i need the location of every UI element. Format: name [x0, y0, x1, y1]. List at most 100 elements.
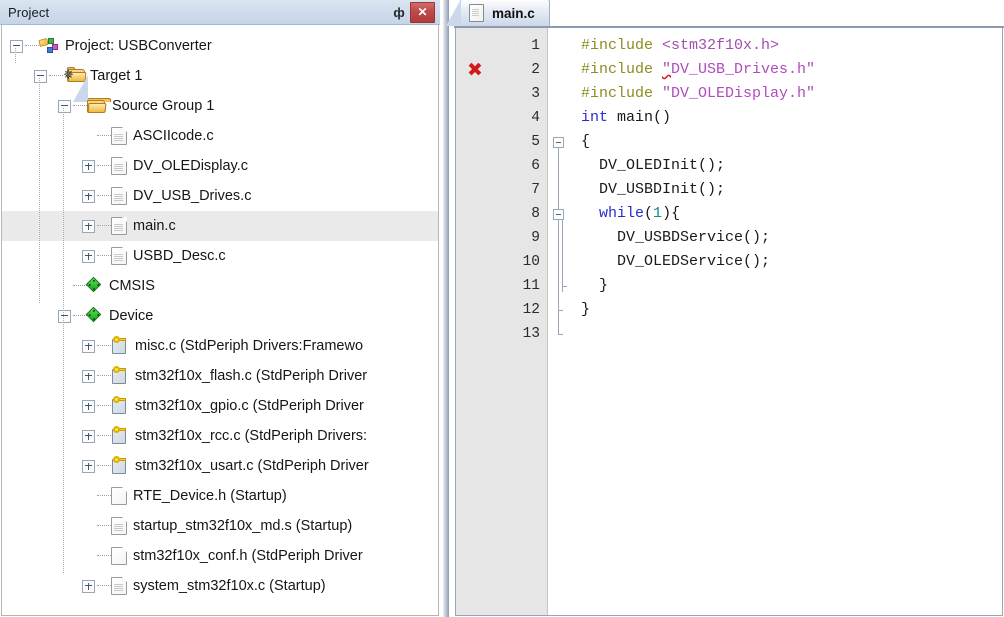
fold-toggle-icon[interactable] — [553, 136, 564, 148]
code-line: DV_USBDService(); — [581, 226, 1002, 250]
splitter-bar[interactable] — [443, 0, 449, 617]
code-token: } — [581, 301, 591, 318]
c-file-icon — [111, 157, 127, 175]
code-token: DV_USB_Drives.h" — [671, 61, 816, 78]
expand-icon[interactable] — [82, 339, 95, 353]
code-token: #include — [581, 85, 663, 102]
code-token: ( — [644, 205, 654, 222]
tree-guide-line — [15, 48, 16, 63]
tab-label: main.c — [492, 5, 535, 21]
pane-splitter[interactable] — [440, 0, 454, 617]
code-editor[interactable]: ✖ 1 2 3 4 5 6 7 8 9 10 11 12 13 #include <stm32f10x.… — [455, 28, 1003, 616]
code-token: ){ — [662, 205, 681, 222]
tree-item-stm32f10x-flash-c-stdperiph-driver[interactable]: stm32f10x_flash.c (StdPeriph Driver — [2, 361, 438, 391]
project-pane-titlebar: Project ф ✕ — [0, 0, 440, 25]
line-number: 9 — [531, 230, 540, 246]
code-token: DV_OLEDInit(); — [581, 157, 726, 174]
code-line: #include "DV_USB_Drives.h" — [581, 58, 1002, 82]
tree-item-label: stm32f10x_rcc.c (StdPeriph Drivers: — [135, 428, 368, 444]
expand-icon[interactable] — [82, 429, 95, 443]
editor-tabstrip: main.c — [446, 0, 1004, 28]
line-number: 2 — [531, 62, 540, 78]
expand-icon[interactable] — [82, 249, 95, 263]
tree-item-stm32f10x-usart-c-stdperiph-driver[interactable]: stm32f10x_usart.c (StdPeriph Driver — [2, 451, 438, 481]
pin-icon[interactable]: ф — [388, 2, 410, 23]
collapse-icon[interactable] — [34, 69, 47, 83]
h-file-icon — [111, 547, 127, 565]
breakpoint-marker-gutter[interactable]: ✖ — [456, 28, 498, 615]
expand-icon[interactable] — [82, 459, 95, 473]
tree-connector — [25, 45, 39, 47]
tree-item-source-group-1[interactable]: Source Group 1 — [2, 74, 438, 121]
project-pane-title: Project — [8, 4, 50, 20]
code-token: DV_USBDInit(); — [581, 181, 726, 198]
c-file-icon — [111, 247, 127, 265]
tree-item-dv-oledisplay-c[interactable]: DV_OLEDisplay.c — [2, 151, 438, 181]
collapse-icon[interactable] — [10, 39, 23, 53]
tree-item-stm32f10x-rcc-c-stdperiph-drivers[interactable]: stm32f10x_rcc.c (StdPeriph Drivers: — [2, 421, 438, 451]
tree-item-label: stm32f10x_flash.c (StdPeriph Driver — [135, 368, 368, 384]
close-icon[interactable]: ✕ — [410, 1, 435, 23]
tree-item-label: DV_USB_Drives.c — [133, 188, 252, 204]
component-diamond-icon — [85, 276, 103, 294]
line-number: 6 — [531, 158, 540, 174]
collapse-icon[interactable] — [58, 309, 71, 323]
tree-item-system-stm32f10x-c-startup[interactable]: system_stm32f10x.c (Startup) — [2, 571, 438, 601]
fold-end-tick — [558, 334, 563, 335]
tree-item-project-usbconverter[interactable]: Project: USBConverter — [2, 31, 438, 61]
tree-guide-line — [63, 108, 64, 573]
code-line: #include "DV_OLEDisplay.h" — [581, 82, 1002, 106]
tree-connector — [97, 525, 111, 527]
tree-item-label: stm32f10x_conf.h (StdPeriph Driver — [133, 548, 363, 564]
code-folding-gutter[interactable] — [548, 28, 572, 615]
tree-connector — [73, 285, 87, 287]
tree-item-main-c[interactable]: main.c — [2, 211, 438, 241]
collapse-icon[interactable] — [58, 99, 71, 113]
code-line: } — [581, 274, 1002, 298]
tree-item-rte-device-h-startup[interactable]: RTE_Device.h (Startup) — [2, 481, 438, 511]
tree-guide-line — [39, 78, 40, 303]
tree-item-label: Target 1 — [90, 68, 143, 84]
c-file-icon — [111, 127, 127, 145]
code-token: DV_USBDService(); — [581, 229, 771, 246]
expand-icon[interactable] — [82, 219, 95, 233]
tree-item-startup-stm32f10x-md-s-startup[interactable]: startup_stm32f10x_md.s (Startup) — [2, 511, 438, 541]
tree-item-stm32f10x-gpio-c-stdperiph-driver[interactable]: stm32f10x_gpio.c (StdPeriph Driver — [2, 391, 438, 421]
tree-item-cmsis[interactable]: CMSIS — [2, 271, 438, 301]
line-number-gutter: 1 2 3 4 5 6 7 8 9 10 11 12 13 — [498, 28, 548, 615]
tree-item-misc-c-stdperiph-drivers-framewo[interactable]: misc.c (StdPeriph Drivers:Framewo — [2, 331, 438, 361]
code-token: DV_OLEDService(); — [581, 253, 771, 270]
folder-icon — [73, 74, 111, 114]
tree-item-usbd-desc-c[interactable]: USBD_Desc.c — [2, 241, 438, 271]
error-marker-icon[interactable]: ✖ — [467, 58, 483, 82]
tab-main-c[interactable]: main.c — [446, 0, 550, 26]
c-file-icon — [111, 187, 127, 205]
project-pane: Project ф ✕ Project: USBConverter ✵ Target… — [0, 0, 440, 617]
line-number: 1 — [531, 38, 540, 54]
expand-icon[interactable] — [82, 189, 95, 203]
tree-item-stm32f10x-conf-h-stdperiph-driver[interactable]: stm32f10x_conf.h (StdPeriph Driver — [2, 541, 438, 571]
tree-item-asciicode-c[interactable]: ASCIIcode.c — [2, 121, 438, 151]
expand-icon[interactable] — [82, 399, 95, 413]
fold-toggle-icon[interactable] — [553, 208, 564, 220]
tree-item-dv-usb-drives-c[interactable]: DV_USB_Drives.c — [2, 181, 438, 211]
expand-icon[interactable] — [82, 369, 95, 383]
tree-connector — [97, 405, 111, 407]
h-file-icon — [111, 487, 127, 505]
tree-item-device[interactable]: Device — [2, 301, 438, 331]
c-file-icon — [111, 577, 127, 595]
tree-item-label: RTE_Device.h (Startup) — [133, 488, 287, 504]
expand-icon[interactable] — [82, 159, 95, 173]
key-file-icon — [111, 396, 129, 415]
code-line: } — [581, 298, 1002, 322]
code-token: 1 — [653, 205, 663, 222]
code-token: } — [581, 277, 609, 294]
tree-item-label: Project: USBConverter — [65, 38, 212, 54]
tree-item-label: stm32f10x_usart.c (StdPeriph Driver — [135, 458, 369, 474]
expand-icon[interactable] — [82, 579, 95, 593]
code-text-area[interactable]: #include <stm32f10x.h> #include "DV_USB_D… — [572, 28, 1002, 615]
tree-item-target-1[interactable]: ✵ Target 1 — [2, 61, 438, 91]
s-file-icon — [111, 517, 127, 535]
c-file-icon — [469, 4, 484, 22]
